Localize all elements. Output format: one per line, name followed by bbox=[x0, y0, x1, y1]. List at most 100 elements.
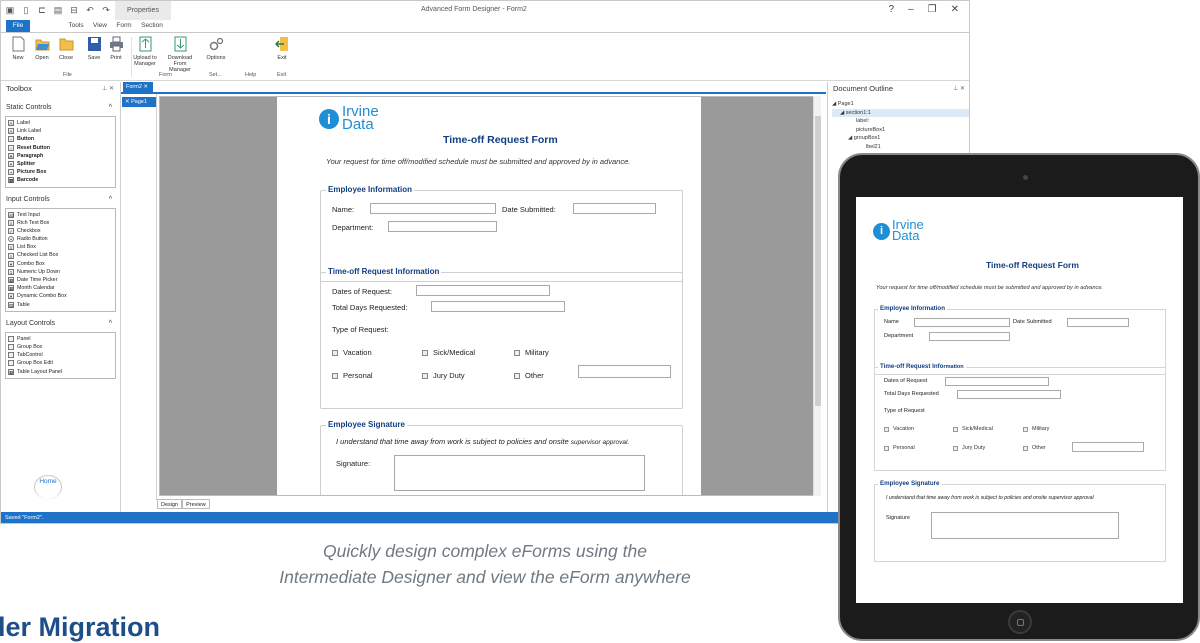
tree-node-label21[interactable]: lbel21 bbox=[832, 143, 969, 152]
name-field[interactable] bbox=[370, 203, 496, 214]
toolbox-item-numeric-up-down[interactable]: 1 Numeric Up Down bbox=[8, 268, 113, 276]
tab-view[interactable]: View bbox=[91, 20, 109, 32]
toolbox-item-date-time-picker[interactable]: ▦ Date Time Picker bbox=[8, 276, 113, 284]
toolbox-item-list-box[interactable]: ≡ List Box bbox=[8, 243, 113, 251]
exit-button[interactable]: Exit bbox=[269, 36, 295, 61]
vacation-checkbox[interactable]: Vacation bbox=[332, 348, 372, 357]
total-days-field[interactable] bbox=[431, 301, 565, 312]
close-window-icon[interactable]: ✕ bbox=[951, 4, 959, 15]
signature-field[interactable] bbox=[394, 455, 645, 491]
tablet-name-field[interactable] bbox=[914, 318, 1010, 327]
jury-duty-checkbox[interactable]: Jury Duty bbox=[422, 371, 465, 380]
other-field[interactable] bbox=[578, 365, 671, 378]
toolbox-item-tab-control[interactable]: TabControl bbox=[8, 351, 113, 359]
doc-tab-form2[interactable]: Form2 ✕ bbox=[123, 82, 153, 92]
military-checkbox[interactable]: Military bbox=[514, 348, 549, 357]
checkbox-box[interactable] bbox=[514, 349, 520, 356]
checkbox-box[interactable] bbox=[884, 445, 889, 451]
dates-field[interactable] bbox=[416, 285, 550, 296]
checkbox-box[interactable] bbox=[332, 372, 338, 379]
vertical-scrollbar[interactable] bbox=[813, 96, 821, 496]
new-icon[interactable]: ▯ bbox=[21, 5, 31, 16]
toolbox-item-dynamic-combo-box[interactable]: ▾ Dynamic Combo Box bbox=[8, 292, 113, 300]
tab-section[interactable]: Section bbox=[139, 20, 165, 32]
redo-icon[interactable]: ↷ bbox=[101, 5, 111, 16]
toolbox-item-text-input[interactable]: ab Text Input bbox=[8, 211, 113, 219]
toolbox-item-checked-list-box[interactable]: ≡ Checked List Box bbox=[8, 251, 113, 259]
toolbox-item-picture-box[interactable]: ▪ Picture Box bbox=[8, 168, 113, 176]
design-surface[interactable]: i Irvine Data Time-off Request Form Your … bbox=[159, 96, 817, 496]
date-submitted-field[interactable] bbox=[573, 203, 656, 214]
page-tab-page1[interactable]: ✕ Page1 bbox=[122, 97, 156, 107]
toolbox-item-group-box[interactable]: Group Box bbox=[8, 343, 113, 351]
toolbox-item-month-calendar[interactable]: ▦ Month Calendar bbox=[8, 284, 113, 292]
scroll-thumb[interactable] bbox=[815, 116, 821, 406]
close-button[interactable]: Close bbox=[53, 36, 79, 61]
toolbox-item-label[interactable]: A Label bbox=[8, 119, 113, 127]
checkbox-box[interactable] bbox=[1023, 445, 1028, 451]
checkbox-box[interactable] bbox=[422, 372, 428, 379]
checkbox-box[interactable] bbox=[953, 445, 958, 451]
tree-node-picturebox[interactable]: pictureBox1 bbox=[832, 126, 969, 135]
tablet-signature-field[interactable] bbox=[931, 512, 1119, 539]
toolbox-item-barcode[interactable]: ▥ Barcode bbox=[8, 176, 113, 184]
checkbox-box[interactable] bbox=[514, 372, 520, 379]
toolbox-item-splitter[interactable]: + Splitter bbox=[8, 160, 113, 168]
tablet-department-field[interactable] bbox=[929, 332, 1010, 341]
layout-controls-header[interactable]: Layout Controls ^ bbox=[1, 316, 120, 332]
tablet-other-field[interactable] bbox=[1072, 442, 1144, 452]
other-checkbox[interactable]: Other bbox=[514, 371, 544, 380]
tablet-military-checkbox[interactable]: Military bbox=[1023, 426, 1049, 432]
tablet-dates-field[interactable] bbox=[945, 377, 1049, 386]
home-button[interactable] bbox=[1008, 610, 1032, 634]
toolbox-item-table-layout-panel[interactable]: ▦ Table Layout Panel bbox=[8, 368, 113, 376]
static-controls-header[interactable]: Static Controls ^ bbox=[1, 100, 120, 116]
pin-close-icon[interactable]: ⊥ ✕ bbox=[953, 82, 965, 96]
toolbox-item-table[interactable]: ▤ Table bbox=[8, 301, 113, 309]
open-icon[interactable]: ⊏ bbox=[37, 5, 47, 16]
tablet-vacation-checkbox[interactable]: Vacation bbox=[884, 426, 914, 432]
collapse-caret-icon[interactable]: ^ bbox=[109, 100, 112, 116]
tablet-personal-checkbox[interactable]: Personal bbox=[884, 445, 915, 451]
tree-node-section[interactable]: ◢ section1:1 bbox=[832, 108, 969, 117]
tab-design[interactable]: Design bbox=[157, 499, 183, 509]
toolbox-item-rich-text-box[interactable]: ≡ Rich Text Box bbox=[8, 219, 113, 227]
sick-checkbox[interactable]: Sick/Medical bbox=[422, 348, 475, 357]
checkbox-box[interactable] bbox=[953, 426, 958, 432]
close-tab-icon[interactable]: ✕ bbox=[143, 84, 148, 90]
new-button[interactable]: New bbox=[5, 36, 31, 61]
toolbox-item-paragraph[interactable]: A Paragraph bbox=[8, 152, 113, 160]
toolbox-item-link-label[interactable]: A Link Label bbox=[8, 127, 113, 135]
collapse-caret-icon[interactable]: ^ bbox=[109, 192, 112, 208]
help-icon[interactable]: ? bbox=[889, 4, 895, 15]
minimize-icon[interactable]: – bbox=[908, 4, 914, 15]
checkbox-box[interactable] bbox=[332, 349, 338, 356]
tablet-total-field[interactable] bbox=[957, 390, 1061, 399]
open-button[interactable]: Open bbox=[29, 36, 55, 61]
tab-preview[interactable]: Preview bbox=[182, 499, 210, 509]
checkbox-box[interactable] bbox=[1023, 426, 1028, 432]
tab-form[interactable]: Form bbox=[115, 20, 133, 32]
toolbox-item-combo-box[interactable]: ▾ Combo Box bbox=[8, 260, 113, 268]
restore-icon[interactable]: ❐ bbox=[928, 4, 937, 15]
toolbox-item-button[interactable]: ▫ Button bbox=[8, 135, 113, 143]
tab-file[interactable]: File bbox=[6, 20, 30, 32]
tablet-sick-checkbox[interactable]: Sick/Medical bbox=[953, 426, 993, 432]
toolbox-item-checkbox[interactable]: ✓ Checkbox bbox=[8, 227, 113, 235]
checkbox-box[interactable] bbox=[884, 426, 889, 432]
undo-icon[interactable]: ↶ bbox=[85, 5, 95, 16]
toolbox-item-reset-button[interactable]: ▫ Reset Button bbox=[8, 144, 113, 152]
download-button[interactable]: Download From Manager bbox=[162, 36, 198, 73]
tablet-date-field[interactable] bbox=[1067, 318, 1129, 327]
input-controls-header[interactable]: Input Controls ^ bbox=[1, 192, 120, 208]
checkbox-box[interactable] bbox=[422, 349, 428, 356]
tree-node-label[interactable]: label: bbox=[832, 117, 969, 126]
pin-close-icon[interactable]: ⊥ ✕ bbox=[102, 82, 114, 96]
tab-tools[interactable]: Tools bbox=[67, 20, 85, 32]
tablet-other-checkbox[interactable]: Other bbox=[1023, 445, 1046, 451]
department-field[interactable] bbox=[388, 221, 497, 232]
options-button[interactable]: Options bbox=[203, 36, 229, 61]
close-page-icon[interactable]: ✕ bbox=[125, 99, 130, 105]
personal-checkbox[interactable]: Personal bbox=[332, 371, 373, 380]
upload-button[interactable]: Upload to Manager bbox=[132, 36, 158, 67]
